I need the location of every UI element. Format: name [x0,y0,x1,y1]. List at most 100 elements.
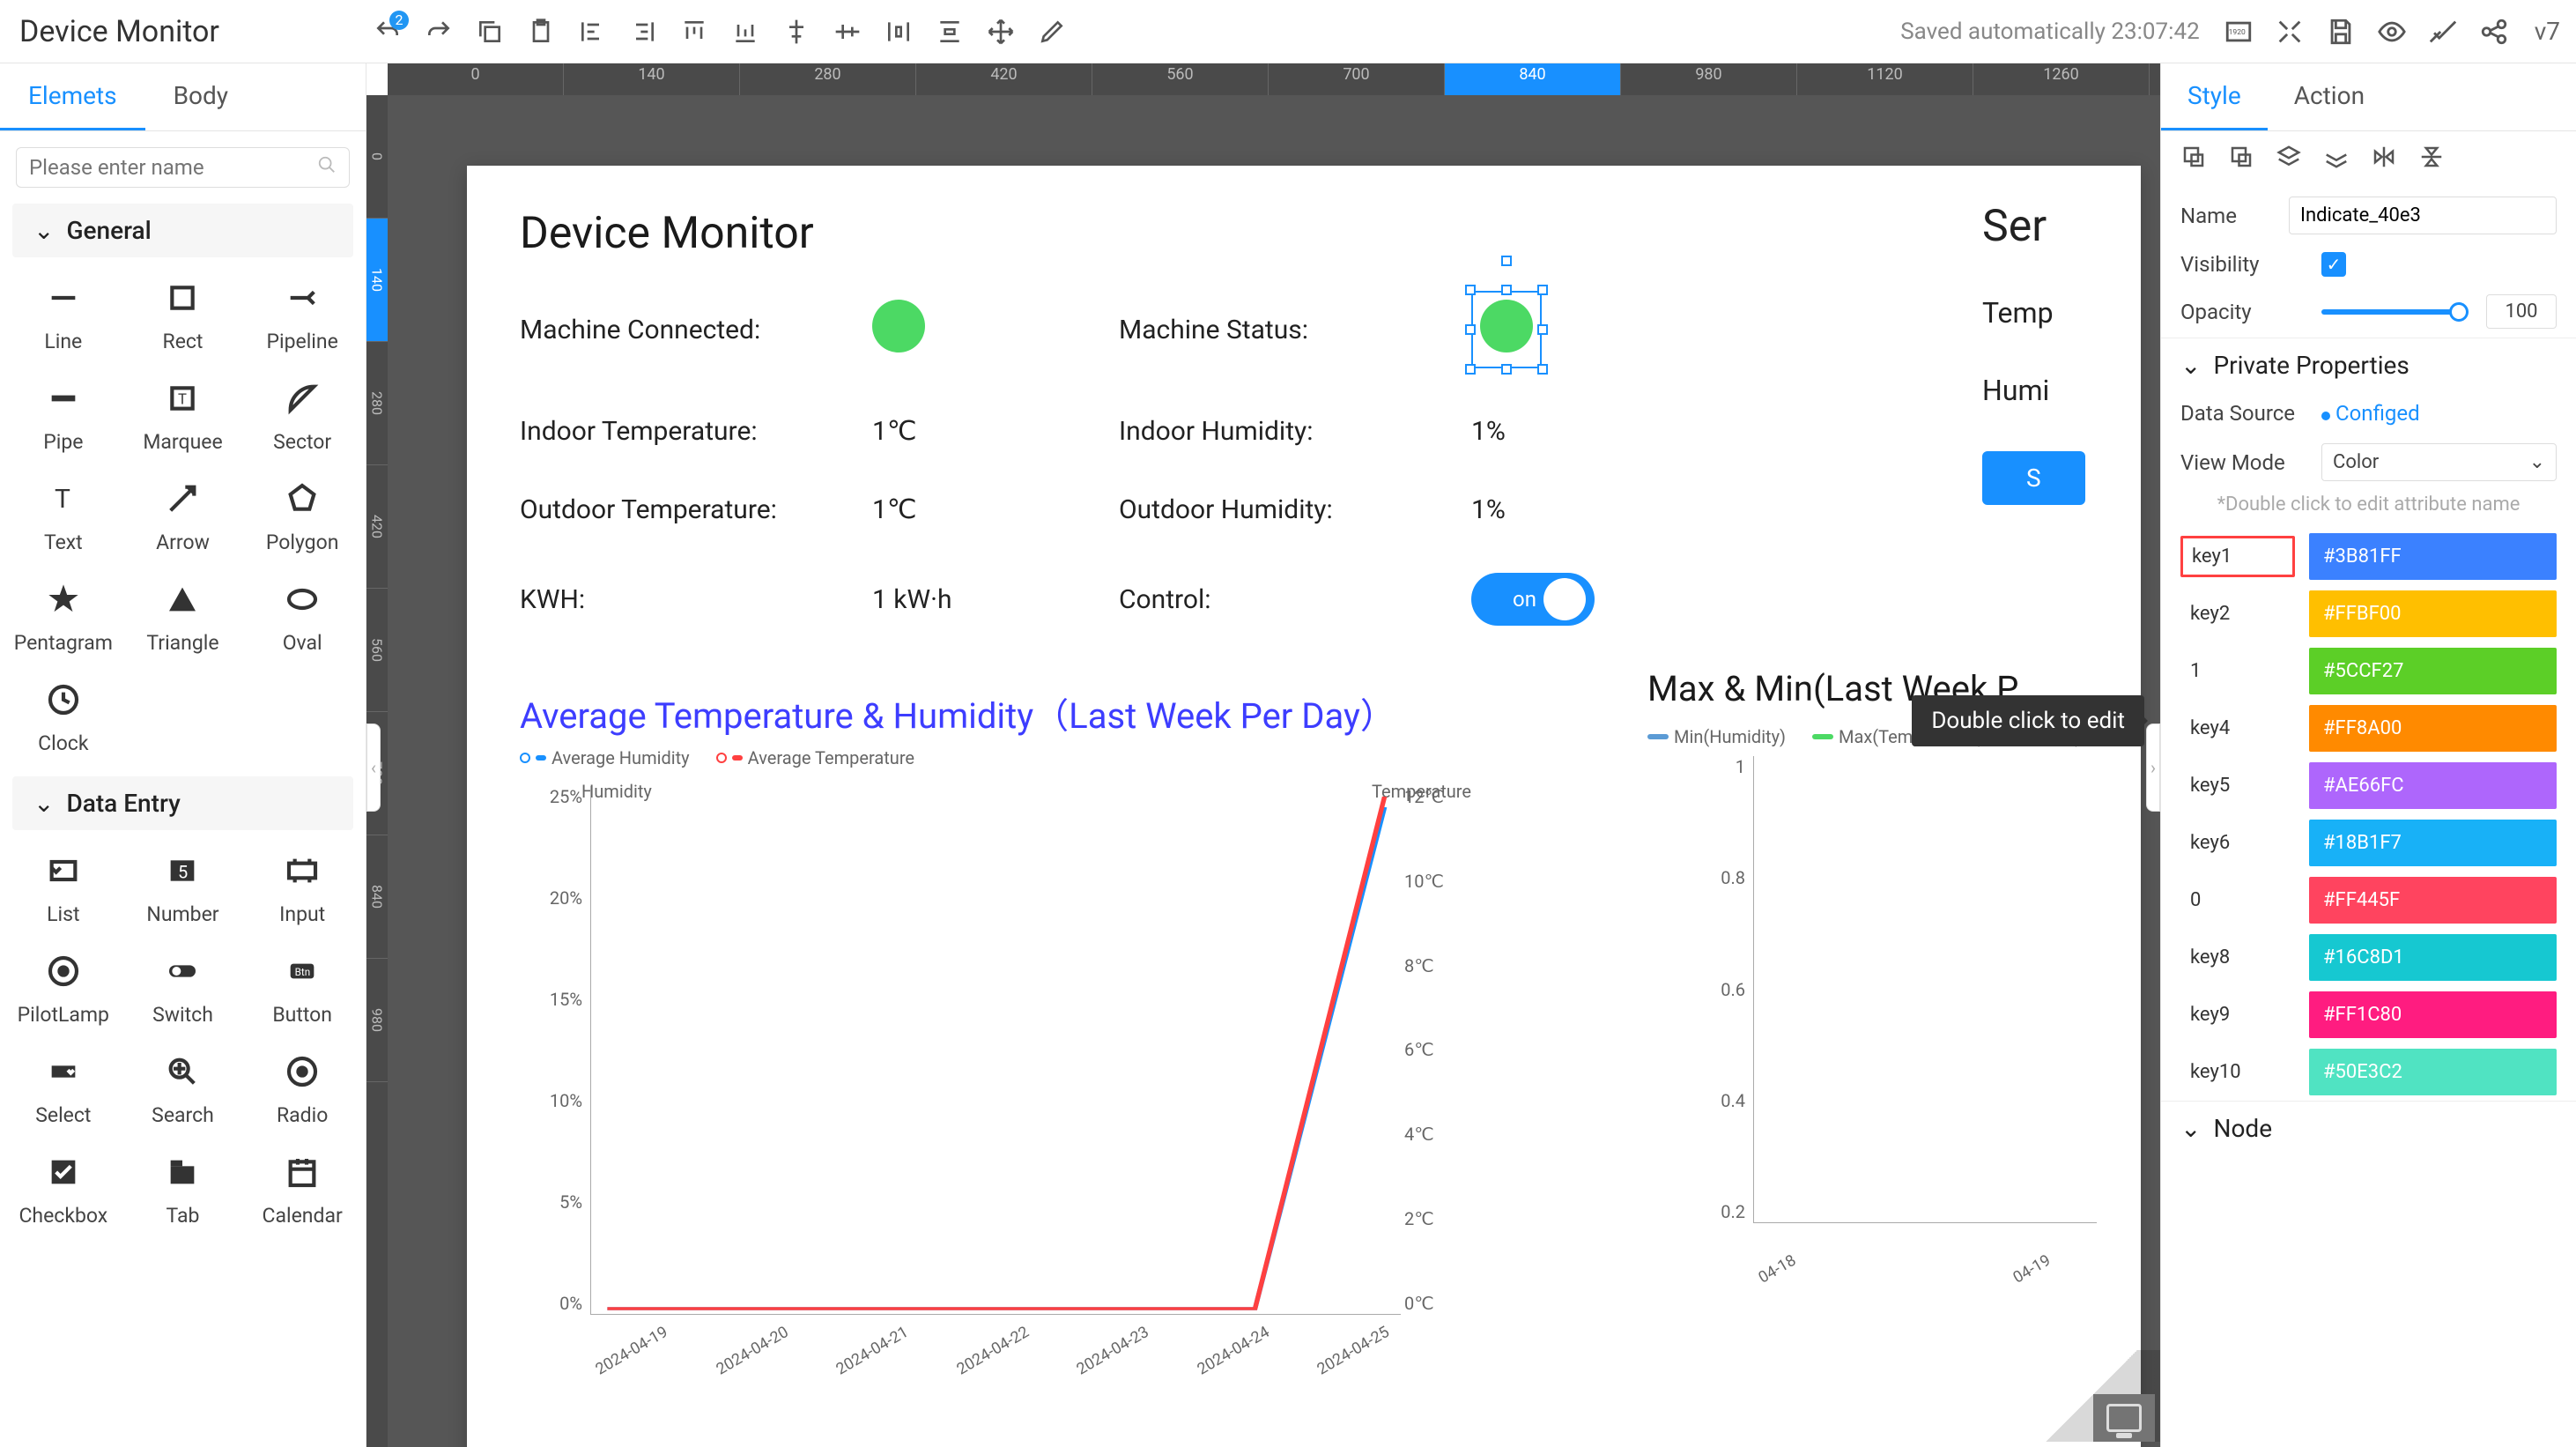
color-key-row[interactable]: key8 #16C8D1 [2161,929,2576,986]
canvas-area[interactable]: 014028042056070084098011201260 014028042… [366,63,2160,1447]
minimap[interactable] [2093,1394,2155,1442]
undo-icon[interactable] [372,16,403,48]
align-bottom-icon[interactable] [729,16,761,48]
publish-icon[interactable] [2425,14,2461,49]
color-key-row[interactable]: 1#5CCF27 [2161,642,2576,700]
resolution-icon[interactable]: 1920 [2221,14,2256,49]
color-key-row[interactable]: key6 #18B1F7 [2161,814,2576,872]
sensor-button[interactable]: S [1982,451,2085,505]
visibility-checkbox[interactable]: ✓ [2321,252,2346,277]
align-top-icon[interactable] [678,16,710,48]
opacity-slider[interactable] [2321,309,2469,315]
section-data-entry[interactable]: ⌄ Data Entry [12,776,353,830]
key-input[interactable]: key6 [2180,824,2295,862]
key-input[interactable]: key4 [2180,709,2295,747]
key-input[interactable]: key9 [2180,996,2295,1034]
palette-switch[interactable]: Switch [127,952,240,1027]
color-swatch[interactable]: #FFBF00 [2309,590,2557,637]
search-input-wrapper[interactable] [16,147,350,188]
paste-icon[interactable] [525,16,557,48]
palette-number[interactable]: 5Number [127,851,240,926]
palette-pentagram[interactable]: Pentagram [7,580,120,655]
tab-action[interactable]: Action [2268,63,2391,130]
collapse-left-handle[interactable]: ‹ [366,724,381,812]
key-input[interactable]: key1 [2180,536,2295,577]
key-input[interactable]: key5 [2180,767,2295,805]
palette-radio[interactable]: Radio [246,1052,359,1127]
key-input[interactable]: 0 [2180,881,2295,919]
color-key-row[interactable]: key1 #3B81FF [2161,528,2576,585]
color-key-row[interactable]: key10 #50E3C2 [2161,1043,2576,1101]
preview-icon[interactable] [2374,14,2409,49]
palette-rect[interactable]: Rect [127,278,240,353]
key-input[interactable]: 1 [2180,652,2295,690]
selected-element[interactable] [1471,291,1542,368]
palette-triangle[interactable]: Triangle [127,580,240,655]
color-swatch[interactable]: #16C8D1 [2309,934,2557,981]
viewmode-select[interactable]: Color ⌄ [2321,443,2557,481]
name-input[interactable] [2289,197,2557,234]
color-key-row[interactable]: 0 #FF445F [2161,872,2576,929]
send-back-icon[interactable] [2228,144,2254,175]
palette-checkbox[interactable]: Checkbox [7,1153,120,1228]
palette-oval[interactable]: Oval [246,580,359,655]
color-key-row[interactable]: key9 #FF1C80 [2161,986,2576,1043]
distribute-h-icon[interactable] [883,16,914,48]
tab-style[interactable]: Style [2161,63,2268,130]
palette-button[interactable]: BtnButton [246,952,359,1027]
color-swatch[interactable]: #AE66FC [2309,762,2557,809]
edit-icon[interactable] [1036,16,1068,48]
palette-pipe[interactable]: Pipe [7,379,120,454]
tab-elements[interactable]: Elemets [0,63,145,130]
color-swatch[interactable]: #50E3C2 [2309,1049,2557,1095]
color-swatch[interactable]: #FF8A00 [2309,705,2557,752]
palette-pipeline[interactable]: Pipeline [246,278,359,353]
color-key-row[interactable]: key2 #FFBF00 [2161,585,2576,642]
save-icon[interactable] [2323,14,2358,49]
fit-icon[interactable] [2272,14,2307,49]
key-input[interactable]: key2 [2180,595,2295,633]
palette-search[interactable]: Search [127,1052,240,1127]
palette-text[interactable]: TText [7,479,120,554]
palette-clock[interactable]: Clock [7,680,120,755]
align-center-h-icon[interactable] [781,16,812,48]
redo-icon[interactable] [423,16,455,48]
section-general[interactable]: ⌄ General [12,204,353,257]
layer-up-icon[interactable] [2276,144,2302,175]
flip-h-icon[interactable] [2371,144,2397,175]
section-private[interactable]: ⌄ Private Properties [2161,338,2576,392]
color-swatch[interactable]: #18B1F7 [2309,820,2557,866]
layer-down-icon[interactable] [2323,144,2350,175]
palette-input[interactable]: Input [246,851,359,926]
flip-v-icon[interactable] [2418,144,2445,175]
key-input[interactable]: key8 [2180,939,2295,976]
color-swatch[interactable]: #FF445F [2309,877,2557,924]
bring-front-icon[interactable] [2180,144,2207,175]
palette-select[interactable]: Select [7,1052,120,1127]
palette-pilotlamp[interactable]: PilotLamp [7,952,120,1027]
palette-marquee[interactable]: TMarquee [127,379,240,454]
collapse-right-handle[interactable]: › [2146,724,2160,812]
color-swatch[interactable]: #3B81FF [2309,533,2557,580]
palette-tab[interactable]: Tab [127,1153,240,1228]
align-left-icon[interactable] [576,16,608,48]
palette-polygon[interactable]: Polygon [246,479,359,554]
search-input[interactable] [29,155,308,180]
move-icon[interactable] [985,16,1017,48]
control-toggle[interactable]: on [1471,573,1595,626]
color-swatch[interactable]: #FF1C80 [2309,991,2557,1038]
distribute-v-icon[interactable] [934,16,966,48]
datasource-link[interactable]: Configed [2335,401,2420,426]
color-key-row[interactable]: key4 #FF8A00 [2161,700,2576,757]
share-icon[interactable] [2476,14,2512,49]
copy-icon[interactable] [474,16,506,48]
align-right-icon[interactable] [627,16,659,48]
palette-line[interactable]: Line [7,278,120,353]
align-center-v-icon[interactable] [832,16,863,48]
palette-calendar[interactable]: Calendar [246,1153,359,1228]
section-node[interactable]: ⌄ Node [2161,1101,2576,1155]
key-input[interactable]: key10 [2180,1053,2295,1091]
opacity-value[interactable]: 100 [2486,294,2557,329]
tab-body[interactable]: Body [145,63,256,130]
color-key-row[interactable]: key5 #AE66FC [2161,757,2576,814]
